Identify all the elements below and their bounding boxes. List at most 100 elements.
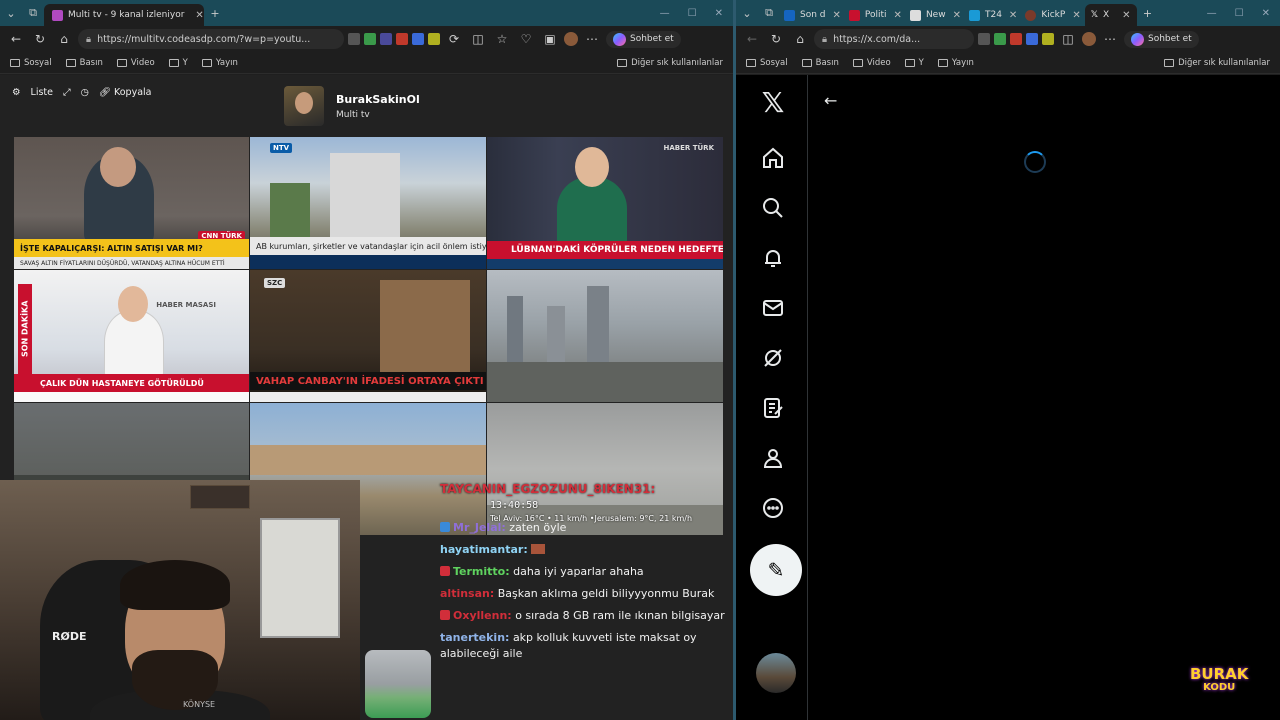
channel-card[interactable]: BurakSakinOl Multi tv (284, 85, 444, 127)
home-icon[interactable] (758, 143, 788, 173)
video-tile-4[interactable]: SON DAKİKA HABER MASASI ÇALIK DÜN HASTAN… (14, 270, 249, 402)
more-icon[interactable] (758, 493, 788, 523)
tab-actions-icon[interactable]: ⌄ (736, 7, 758, 20)
mail-icon[interactable] (758, 293, 788, 323)
home-icon[interactable]: ⌂ (790, 32, 810, 46)
bell-icon[interactable] (758, 243, 788, 273)
tab-t24[interactable]: T24 ✕ (965, 4, 1021, 26)
bookmark-basin[interactable]: Basın (65, 58, 103, 68)
bookmark-video[interactable]: Video (116, 58, 155, 68)
x-logo-icon[interactable]: 𝕏 (758, 86, 788, 119)
favorites-icon[interactable]: ☆ (492, 32, 512, 46)
extension-icon[interactable] (428, 33, 440, 45)
menu-icon[interactable]: ⋯ (582, 32, 602, 46)
back-arrow-icon[interactable]: ← (824, 91, 837, 110)
tab-kick[interactable]: KickP ✕ (1021, 4, 1084, 26)
tab-x[interactable]: 𝕏 X ✕ (1084, 4, 1137, 26)
split-screen-icon[interactable]: ◫ (1058, 32, 1078, 46)
tab-multitv[interactable]: Multi tv - 9 kanal izleniyor ✕ (44, 4, 204, 26)
tab-title: Politi (864, 10, 887, 20)
video-tile-5[interactable]: SZC VAHAP CANBAY'IN İFADESİ ORTAYA ÇIKTI (250, 270, 486, 402)
notes-icon[interactable] (758, 393, 788, 423)
back-icon[interactable]: ← (742, 32, 762, 46)
close-tab-icon[interactable]: ✕ (1122, 10, 1130, 21)
video-tile-3[interactable]: HABER TÜRK LÜBNAN'DAKİ KÖPRÜLER NEDEN HE… (487, 137, 723, 269)
grok-icon[interactable] (758, 343, 788, 373)
profile-avatar[interactable] (1082, 32, 1096, 46)
close-tab-icon[interactable]: ✕ (1072, 10, 1080, 21)
browser-window-left: ⌄ ⧉ Multi tv - 9 kanal izleniyor ✕ + — ☐… (0, 0, 733, 720)
bookmark-yayin[interactable]: Yayın (937, 58, 974, 68)
new-tab-icon[interactable]: + (1137, 7, 1159, 20)
reload-icon[interactable]: ↻ (30, 32, 50, 46)
profile-icon[interactable] (758, 443, 788, 473)
post-button[interactable]: ✎ (750, 544, 802, 596)
minimize-icon[interactable]: — (1207, 8, 1217, 19)
extension-icon[interactable] (380, 33, 392, 45)
extension-icon[interactable] (396, 33, 408, 45)
other-favorites[interactable]: Diğer sık kullanılanlar (617, 58, 723, 68)
maximize-icon[interactable]: ☐ (688, 8, 697, 19)
search-icon[interactable] (758, 193, 788, 223)
close-window-icon[interactable]: ✕ (715, 8, 723, 19)
bookmark-y[interactable]: Y (904, 58, 924, 68)
tab-title: Son d (800, 10, 826, 20)
menu-icon[interactable]: ⋯ (1100, 32, 1120, 46)
refresh-extension-icon[interactable]: ⟳ (444, 32, 464, 46)
extension-icon[interactable] (1026, 33, 1038, 45)
extension-icon[interactable] (978, 33, 990, 45)
back-icon[interactable]: ← (6, 32, 26, 46)
minimize-icon[interactable]: — (660, 8, 670, 19)
workspaces-icon[interactable]: ⧉ (22, 6, 44, 20)
split-screen-icon[interactable]: ◫ (468, 32, 488, 46)
copy-button[interactable]: 🔗︎ Kopyala (99, 87, 152, 98)
close-tab-icon[interactable]: ✕ (195, 10, 203, 21)
close-tab-icon[interactable]: ✕ (1009, 10, 1017, 21)
close-tab-icon[interactable]: ✕ (953, 10, 961, 21)
extension-icon[interactable] (348, 33, 360, 45)
extension-icon[interactable] (1010, 33, 1022, 45)
bookmark-yayin[interactable]: Yayın (201, 57, 238, 68)
extension-icon[interactable] (412, 33, 424, 45)
bookmark-sosyal[interactable]: Sosyal (746, 58, 788, 68)
reload-icon[interactable]: ↻ (766, 32, 786, 46)
video-tile-1[interactable]: CNN TÜRK İŞTE KAPALIÇARŞI: ALTIN SATIŞI … (14, 137, 249, 269)
kick-favicon-icon (1025, 9, 1037, 21)
list-button[interactable]: Liste (31, 87, 53, 98)
bookmark-basin[interactable]: Basın (801, 58, 839, 68)
extension-icon[interactable] (364, 33, 376, 45)
other-favorites[interactable]: Diğer sık kullanılanlar (1164, 58, 1270, 68)
tab-actions-icon[interactable]: ⌄ (0, 7, 22, 20)
tab-son-dakika[interactable]: Son d ✕ (780, 4, 845, 26)
home-icon[interactable]: ⌂ (54, 32, 74, 46)
close-window-icon[interactable]: ✕ (1262, 8, 1270, 19)
url-field[interactable]: 🔒︎ https://x.com/da... (814, 29, 974, 49)
fullscreen-icon[interactable]: ⤢ (63, 87, 71, 98)
breaking-news-strip: SON DAKİKA (18, 284, 32, 374)
extension-icon[interactable] (1042, 33, 1054, 45)
tab-new[interactable]: New ✕ (906, 4, 965, 26)
new-tab-icon[interactable]: + (204, 7, 226, 20)
tab-politika[interactable]: Politi ✕ (845, 4, 906, 26)
bookmark-y[interactable]: Y (168, 58, 188, 68)
settings-icon[interactable]: ⚙ (12, 87, 21, 98)
copilot-button[interactable]: Sohbet et (1124, 30, 1199, 48)
url-field[interactable]: 🔒︎ https://multitv.codeasdp.com/?w=p=you… (78, 29, 344, 49)
maximize-icon[interactable]: ☐ (1235, 8, 1244, 19)
bookmark-sosyal[interactable]: Sosyal (10, 58, 52, 68)
close-tab-icon[interactable]: ✕ (894, 10, 902, 21)
bookmark-video[interactable]: Video (852, 58, 891, 68)
copilot-button[interactable]: Sohbet et (606, 30, 681, 48)
bookmark-label: Yayın (215, 57, 238, 68)
close-tab-icon[interactable]: ✕ (833, 10, 841, 21)
video-tile-6[interactable] (487, 270, 723, 402)
copy-label: Kopyala (113, 87, 152, 98)
timer-icon[interactable]: ◷ (81, 87, 89, 98)
account-avatar[interactable] (756, 653, 796, 693)
extension-icon[interactable] (994, 33, 1006, 45)
collections-icon[interactable]: ▣ (540, 32, 560, 46)
workspaces-icon[interactable]: ⧉ (758, 6, 780, 20)
heart-icon[interactable]: ♡ (516, 32, 536, 46)
profile-avatar[interactable] (564, 32, 578, 46)
video-tile-2[interactable]: NTV AB kurumları, şirketler ve vatandaşl… (250, 137, 486, 269)
